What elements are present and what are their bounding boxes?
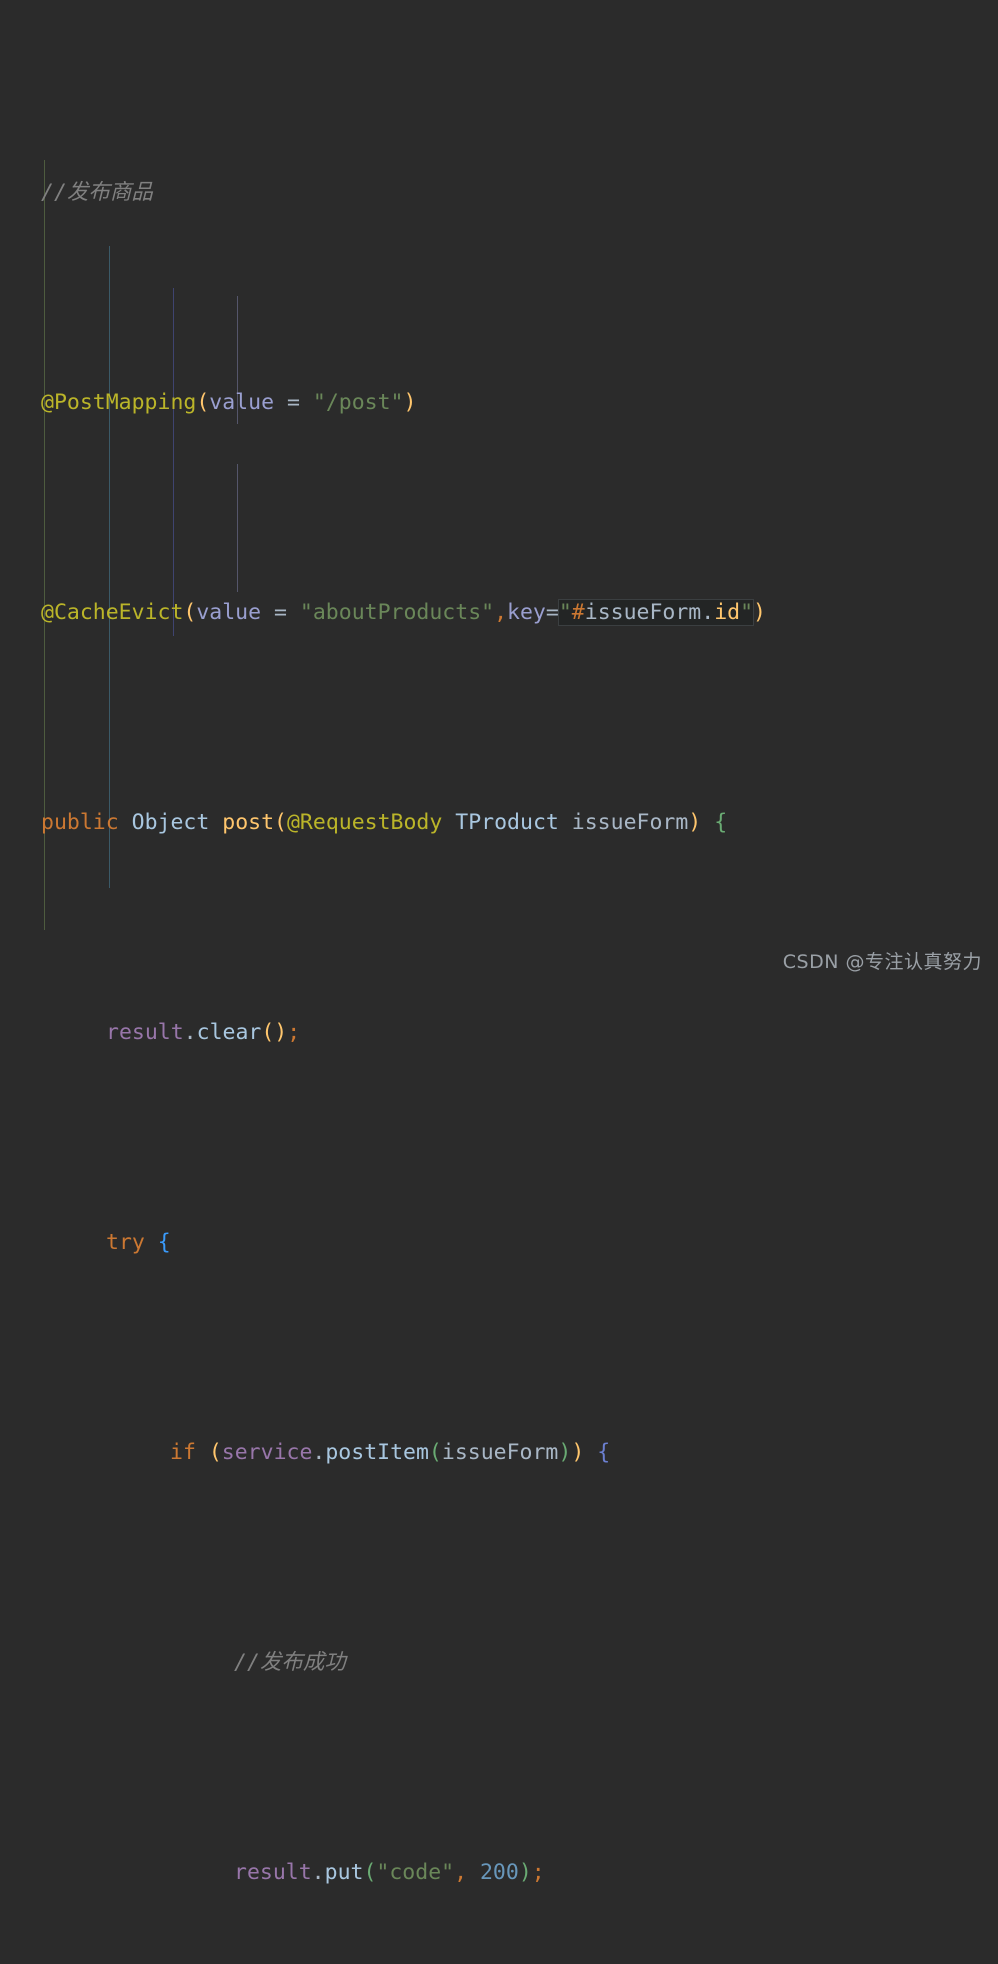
attribute-name-token: key [507, 600, 546, 625]
code-content[interactable]: //发布商品 @PostMapping(value = "/post") @Ca… [0, 4, 998, 1964]
type-token: TProduct [455, 810, 559, 835]
keyword-token: try [106, 1230, 145, 1255]
dot-token: . [701, 600, 715, 625]
semicolon-token: ; [287, 1020, 301, 1045]
brace-token: { [157, 1230, 171, 1255]
equals-token: = [274, 390, 313, 415]
highlighted-spel-expression[interactable]: "#issueForm.id" [557, 599, 755, 626]
brace-token: { [597, 1440, 611, 1465]
field-token: result [234, 1860, 312, 1885]
comment-token: //发布商品 [41, 180, 153, 205]
keyword-token: public [41, 810, 119, 835]
dot-token: . [311, 1860, 325, 1885]
annotation-token: @CacheEvict [41, 600, 184, 625]
code-line[interactable]: @PostMapping(value = "/post") [0, 382, 998, 424]
code-line[interactable]: result.put("code", 200); [0, 1852, 998, 1894]
annotation-token: @PostMapping [41, 390, 197, 415]
comma-token: , [494, 600, 508, 625]
paren-token: ) [688, 810, 702, 835]
code-line[interactable]: public Object post(@RequestBody TProduct… [0, 802, 998, 844]
semicolon-token: ; [531, 1860, 545, 1885]
code-line[interactable]: result.clear(); [0, 1012, 998, 1054]
equals-token: = [545, 600, 559, 625]
code-line[interactable]: @CacheEvict(value = "aboutProducts",key=… [0, 592, 998, 634]
keyword-token: if [170, 1440, 196, 1465]
code-line[interactable]: if (service.postItem(issueForm)) { [0, 1432, 998, 1474]
paren-token: ( [274, 810, 287, 835]
dot-token: . [183, 1020, 197, 1045]
equals-token: = [261, 600, 300, 625]
method-call-token: put [324, 1860, 364, 1885]
paren-token: ( [363, 1860, 377, 1885]
paren-token: ) [571, 1440, 585, 1465]
number-token: 200 [479, 1860, 519, 1885]
code-editor[interactable]: //发布商品 @PostMapping(value = "/post") @Ca… [0, 0, 998, 1885]
paren-token: ( [208, 1440, 222, 1465]
paren-token: ( [196, 390, 210, 415]
paren-token: ) [558, 1440, 572, 1465]
paren-token: ) [403, 390, 417, 415]
field-token: result [106, 1020, 184, 1045]
annotation-token: @RequestBody [286, 810, 443, 835]
paren-token: ( [183, 600, 197, 625]
code-line[interactable]: try { [0, 1222, 998, 1264]
identifier-token: issueForm [584, 600, 702, 625]
comma-token: , [454, 1860, 480, 1885]
quote-token: " [558, 600, 572, 625]
paren-token: ( [428, 1440, 442, 1465]
attribute-name-token: value [209, 390, 275, 415]
paren-token: ) [518, 1860, 532, 1885]
code-line[interactable]: //发布商品 [0, 172, 998, 214]
brace-token: { [714, 810, 728, 835]
code-line[interactable]: //发布成功 [0, 1642, 998, 1684]
comment-token: //发布成功 [234, 1650, 346, 1675]
string-token: "aboutProducts" [299, 600, 495, 625]
field-token: service [221, 1440, 313, 1465]
property-token: id [714, 600, 741, 625]
attribute-name-token: value [196, 600, 262, 625]
dot-token: . [312, 1440, 326, 1465]
csdn-watermark: CSDN @专注认真努力 [782, 951, 982, 973]
quote-token: " [740, 600, 754, 625]
string-token: "code" [376, 1860, 455, 1885]
type-token: Object [131, 810, 210, 835]
paren-token: () [261, 1020, 288, 1045]
paren-token: ) [753, 600, 766, 625]
method-declaration-token: post [222, 810, 275, 835]
parameter-token: issueForm [571, 810, 689, 835]
hash-token: # [571, 600, 585, 625]
method-call-token: postItem [325, 1440, 429, 1465]
argument-token: issueForm [441, 1440, 559, 1465]
string-token: "/post" [312, 390, 404, 415]
method-call-token: clear [196, 1020, 262, 1045]
